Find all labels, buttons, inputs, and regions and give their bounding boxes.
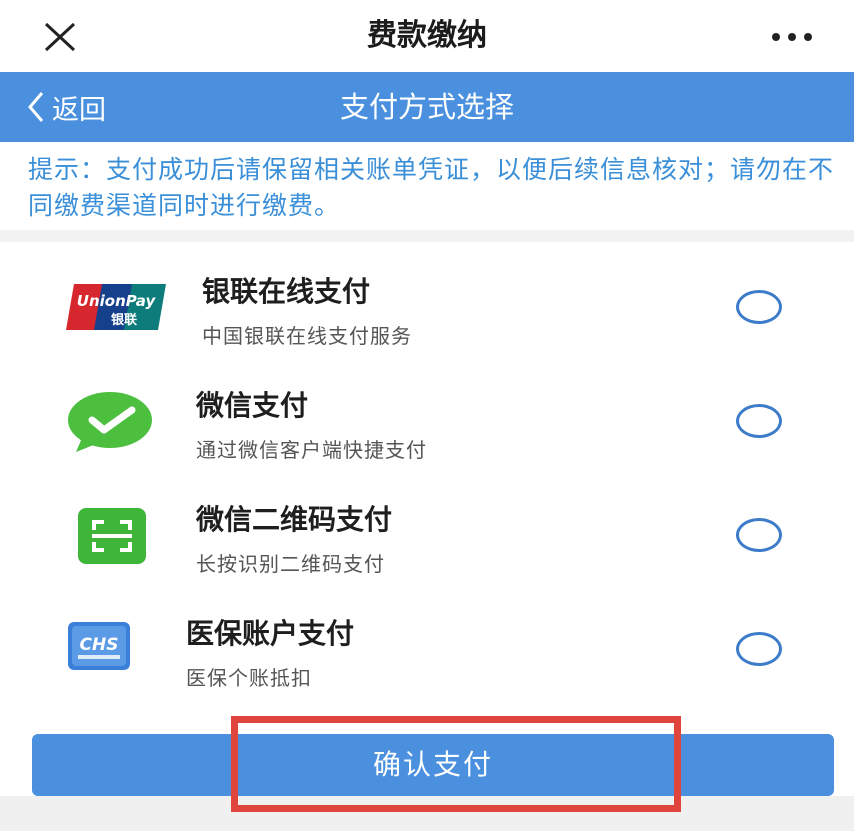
close-button[interactable] <box>40 16 80 56</box>
back-button[interactable]: 返回 <box>24 72 106 142</box>
more-horizontal-icon <box>772 33 812 41</box>
payment-method-medical-insurance[interactable]: CHS 医保账户支付 医保个账抵扣 <box>0 598 854 712</box>
payment-method-unionpay[interactable]: UnionPay 银联 银联在线支付 中国银联在线支付服务 <box>0 256 854 370</box>
nav-title: 支付方式选择 <box>339 90 514 124</box>
close-icon <box>44 22 76 52</box>
method-title: 医保账户支付 <box>186 617 355 650</box>
nav-bar: 返回 支付方式选择 <box>0 72 854 142</box>
back-label: 返回 <box>52 94 106 126</box>
radio-wechat-pay[interactable] <box>736 404 782 438</box>
unionpay-logo-subtext: 银联 <box>111 312 137 328</box>
method-title: 银联在线支付 <box>202 275 371 308</box>
wechat-pay-icon <box>66 390 158 454</box>
method-title: 微信支付 <box>196 389 309 422</box>
method-description: 长按识别二维码支付 <box>196 552 385 576</box>
notice-text: 提示：支付成功后请保留相关账单凭证，以便后续信息核对；请勿在不同缴费渠道同时进行… <box>0 142 854 230</box>
radio-wechat-qr[interactable] <box>736 518 782 552</box>
more-button[interactable] <box>768 16 816 56</box>
method-description: 医保个账抵扣 <box>186 666 312 690</box>
chs-logo-text: CHS <box>80 635 119 655</box>
chs-medical-insurance-icon: CHS <box>68 622 130 670</box>
confirm-payment-button[interactable]: 确认支付 <box>32 734 834 796</box>
bottom-strip <box>0 796 854 831</box>
section-divider <box>0 230 854 242</box>
payment-method-wechat-qr[interactable]: 微信二维码支付 长按识别二维码支付 <box>0 484 854 598</box>
qr-scan-icon <box>78 508 146 564</box>
page-title: 费款缴纳 <box>367 18 487 53</box>
unionpay-logo-icon: UnionPay 银联 <box>66 284 166 330</box>
method-description: 中国银联在线支付服务 <box>202 324 412 348</box>
top-bar: 费款缴纳 <box>0 0 854 72</box>
unionpay-logo-text: UnionPay <box>77 292 157 310</box>
radio-unionpay[interactable] <box>736 290 782 324</box>
radio-medical-insurance[interactable] <box>736 632 782 666</box>
payment-method-wechat-pay[interactable]: 微信支付 通过微信客户端快捷支付 <box>0 370 854 484</box>
chevron-left-icon <box>28 92 44 122</box>
method-title: 微信二维码支付 <box>196 503 393 536</box>
method-description: 通过微信客户端快捷支付 <box>196 438 427 462</box>
